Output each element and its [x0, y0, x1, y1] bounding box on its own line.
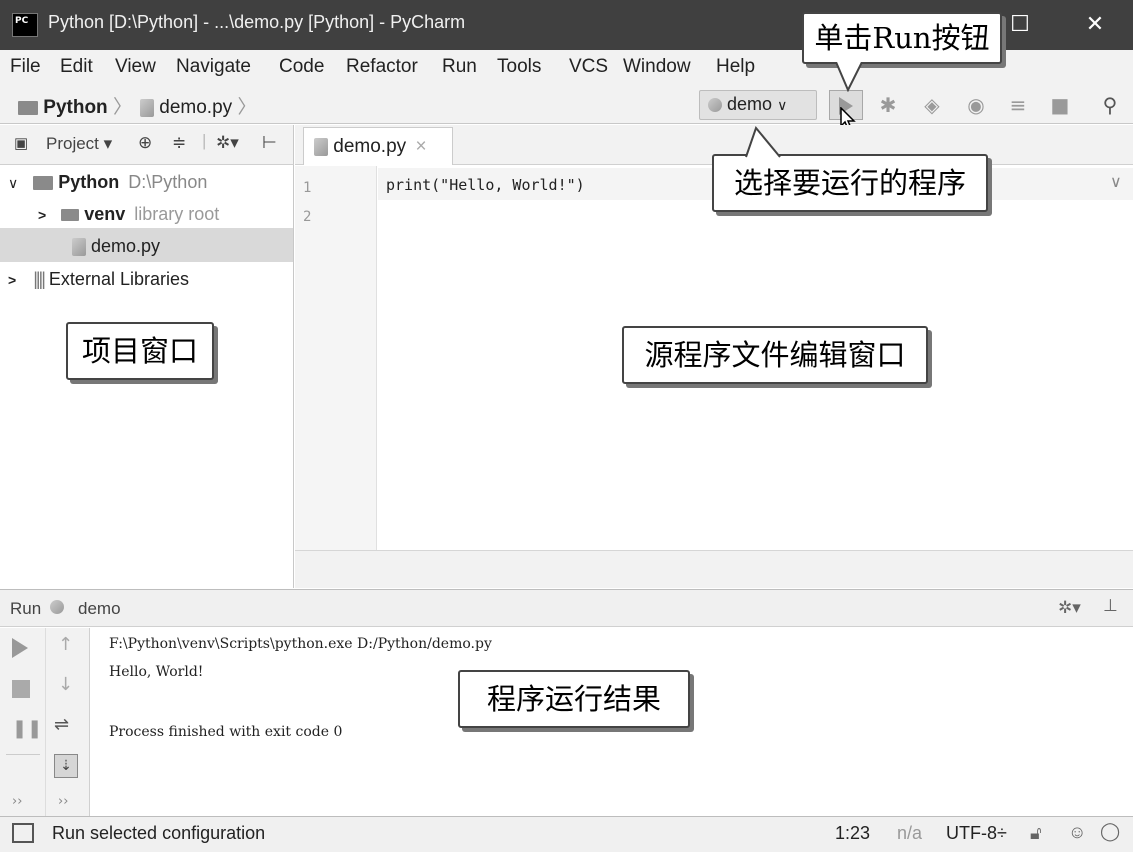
divider: [45, 628, 46, 816]
divider: [6, 754, 40, 755]
editor-bottom-bar: [295, 550, 1133, 588]
profile-icon[interactable]: ◉: [964, 93, 988, 117]
chevron-right-icon[interactable]: >: [38, 207, 46, 223]
tree-item-demo-py[interactable]: demo.py: [72, 236, 160, 257]
line-number-gutter: 1 2: [295, 166, 377, 550]
python-config-icon: [708, 98, 722, 113]
menu-code[interactable]: Code: [279, 56, 324, 78]
menu-vcs[interactable]: VCS: [569, 56, 608, 78]
line-separator[interactable]: n/a: [897, 823, 922, 844]
menu-navigate[interactable]: Navigate: [176, 56, 251, 78]
callout-pointer: [835, 62, 863, 92]
tool-windows-icon[interactable]: [12, 823, 34, 843]
tab-demo-py[interactable]: demo.py ×: [303, 127, 453, 165]
project-view-select[interactable]: Project ▾: [46, 134, 112, 154]
scroll-to-end-icon[interactable]: ⇣: [54, 754, 78, 778]
lock-icon[interactable]: 🔓︎: [1030, 823, 1042, 844]
console-line: Process finished with exit code 0: [109, 724, 343, 740]
arrow-up-icon[interactable]: ↑: [58, 634, 73, 655]
file-encoding[interactable]: UTF-8÷: [946, 823, 1007, 844]
folder-icon: [18, 100, 38, 115]
divider: |: [202, 131, 207, 150]
gear-icon[interactable]: ✲▾: [1058, 598, 1081, 618]
menu-tools[interactable]: Tools: [497, 56, 541, 78]
callout-choose-program: 选择要运行的程序: [712, 154, 988, 212]
python-file-icon: [72, 238, 86, 257]
debug-icon[interactable]: ✱: [876, 93, 900, 117]
python-config-icon: [50, 600, 64, 614]
breadcrumb-project[interactable]: Python 〉: [18, 92, 132, 119]
run-button[interactable]: [829, 90, 863, 130]
folder-icon: [61, 209, 80, 222]
chevron-down-icon[interactable]: ∨: [8, 175, 18, 191]
stop-icon[interactable]: ■: [1048, 93, 1072, 117]
line-number: 2: [303, 209, 312, 225]
library-icon: ||||: [33, 269, 46, 289]
soft-wrap-icon[interactable]: ⇌: [54, 714, 69, 735]
close-tab-icon[interactable]: ×: [415, 136, 426, 157]
menu-file[interactable]: File: [10, 56, 41, 78]
gear-icon[interactable]: ✲▾: [216, 133, 239, 153]
more-icon[interactable]: ››: [12, 794, 22, 809]
python-file-icon: [140, 98, 154, 117]
chevron-right-icon[interactable]: >: [8, 272, 16, 288]
callout-project-window: 项目窗口: [66, 322, 214, 380]
status-bar: Run selected configuration 1:23 n/a UTF-…: [0, 816, 1133, 852]
callout-pointer: [745, 126, 781, 158]
run-toolbar: ❚❚ ↑ ↓ ⇌ ⇣ ›› ››: [0, 628, 90, 816]
tree-item-venv[interactable]: > venv library root: [38, 204, 219, 225]
chevron-down-icon: ∨: [777, 97, 788, 113]
search-icon[interactable]: ⚲: [1098, 93, 1122, 117]
pycharm-logo-icon: PC: [12, 13, 38, 37]
rerun-icon[interactable]: [12, 638, 28, 658]
menu-view[interactable]: View: [115, 56, 156, 78]
pause-icon[interactable]: ❚❚: [12, 718, 42, 739]
more-icon[interactable]: ››: [58, 794, 68, 809]
tree-item-external-libraries[interactable]: > |||| External Libraries: [8, 269, 189, 290]
maximize-button[interactable]: ☐: [1000, 8, 1040, 42]
concurrency-icon[interactable]: ≡: [1006, 93, 1030, 117]
menu-refactor[interactable]: Refactor: [346, 56, 418, 78]
project-panel-header: ▣ Project ▾ ⊕ ≑ | ✲▾ ⊢: [0, 125, 294, 165]
tree-item-python[interactable]: ∨ Python D:\Python: [8, 172, 207, 193]
minimize-panel-icon[interactable]: ⊥: [1103, 596, 1118, 616]
run-configuration-select[interactable]: demo ∨: [699, 90, 817, 120]
status-message: Run selected configuration: [52, 823, 266, 843]
python-file-icon: [314, 137, 328, 156]
breadcrumb-file[interactable]: demo.py 〉: [140, 92, 256, 119]
console-line: F:\Python\venv\Scripts\python.exe D:/Pyt…: [109, 636, 492, 652]
inspector-icon[interactable]: ☺: [1068, 822, 1086, 843]
locate-icon[interactable]: ⊕: [138, 133, 152, 153]
line-number: 1: [303, 180, 312, 196]
window-title: Python [D:\Python] - ...\demo.py [Python…: [48, 12, 466, 32]
arrow-down-icon[interactable]: ↓: [58, 674, 73, 695]
console-line: Hello, World!: [109, 664, 204, 680]
project-view-icon: ▣: [14, 135, 29, 152]
folder-icon: [33, 176, 54, 191]
caret-position[interactable]: 1:23: [835, 823, 870, 844]
menu-help[interactable]: Help: [716, 56, 755, 78]
close-button[interactable]: ✕: [1075, 8, 1115, 42]
inspection-ok-icon[interactable]: ∨: [1110, 172, 1122, 191]
callout-run-result: 程序运行结果: [458, 670, 690, 728]
collapse-all-icon[interactable]: ≑: [172, 133, 186, 153]
menu-window[interactable]: Window: [623, 56, 691, 78]
stop-icon[interactable]: [12, 680, 30, 698]
coverage-icon[interactable]: ◈: [920, 93, 944, 117]
event-log-icon[interactable]: ◯: [1100, 821, 1120, 842]
callout-editor-window: 源程序文件编辑窗口: [622, 326, 928, 384]
callout-run-button: 单击Run按钮: [802, 12, 1002, 64]
menu-edit[interactable]: Edit: [60, 56, 93, 78]
run-panel-header: Run demo ✲▾ ⊥: [0, 589, 1133, 627]
code-line-1[interactable]: print("Hello, World!"): [386, 176, 585, 194]
menu-run[interactable]: Run: [442, 56, 477, 78]
hide-panel-icon[interactable]: ⊢: [262, 133, 277, 153]
